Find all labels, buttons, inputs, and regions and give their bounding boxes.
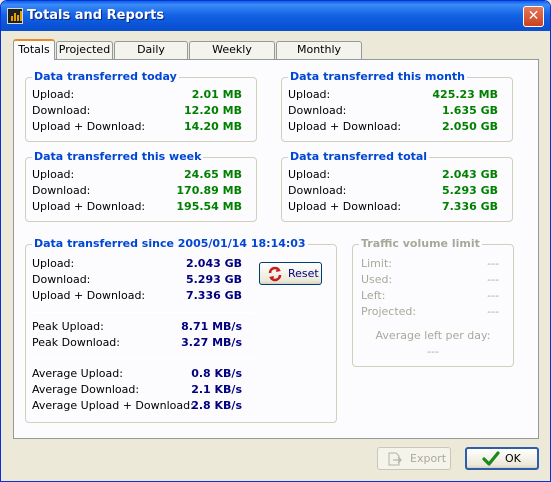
upload-label: Upload: xyxy=(32,257,75,270)
export-button[interactable]: Export xyxy=(377,447,451,470)
download-value: 5.293 GB xyxy=(441,184,498,197)
export-label: Export xyxy=(410,452,447,465)
total-value: 14.20 MB xyxy=(184,120,242,133)
total-label: Upload + Download: xyxy=(32,200,146,213)
upload-value: 2.043 GB xyxy=(441,168,498,181)
upload-value: 2.01 MB xyxy=(191,88,242,101)
upload-value: 425.23 MB xyxy=(432,88,498,101)
download-label: Download: xyxy=(32,104,91,117)
total-value: 2.050 GB xyxy=(441,120,498,133)
group-total: Data transferred total Upload: 2.043 GB … xyxy=(281,150,513,222)
download-value: 170.89 MB xyxy=(176,184,242,197)
refresh-icon xyxy=(268,266,282,282)
tab-label: Projected xyxy=(58,43,111,56)
download-label: Download: xyxy=(32,184,91,197)
group-title: Traffic volume limit xyxy=(359,237,482,250)
reset-button[interactable]: Reset xyxy=(259,262,322,285)
group-title: Data transferred this week xyxy=(32,150,204,163)
tab-weekly-reports[interactable]: Weekly Reports xyxy=(189,41,275,72)
tab-totals[interactable]: Totals xyxy=(13,39,55,60)
ok-button[interactable]: OK xyxy=(465,447,539,470)
upload-label: Upload: xyxy=(288,168,331,181)
download-value: 5.293 GB xyxy=(185,273,242,286)
total-value: 195.54 MB xyxy=(176,200,242,213)
limit-label: Limit: xyxy=(361,257,392,270)
group-month: Data transferred this month Upload: 425.… xyxy=(281,70,513,142)
app-icon xyxy=(7,8,23,24)
used-value: --- xyxy=(487,273,499,286)
checkmark-icon xyxy=(482,451,500,466)
tab-projected[interactable]: Projected xyxy=(56,41,113,59)
upload-value: 24.65 MB xyxy=(184,168,242,181)
average-left-label: Average left per day: xyxy=(375,329,491,342)
total-value: 7.336 GB xyxy=(441,200,498,213)
upload-label: Upload: xyxy=(32,88,75,101)
limit-value: --- xyxy=(487,257,499,270)
tab-label: Totals xyxy=(18,43,50,56)
group-title: Data transferred this month xyxy=(288,70,467,83)
peak-download-label: Peak Download: xyxy=(32,336,120,349)
download-label: Download: xyxy=(288,104,347,117)
window-title: Totals and Reports xyxy=(27,8,165,23)
average-left-value: --- xyxy=(427,345,439,358)
tab-daily-reports[interactable]: Daily Reports xyxy=(114,41,188,72)
close-button[interactable]: ✕ xyxy=(523,6,544,27)
total-label: Upload + Download: xyxy=(288,200,402,213)
group-title: Data transferred today xyxy=(32,70,179,83)
export-icon xyxy=(388,452,402,466)
upload-label: Upload: xyxy=(32,168,75,181)
download-label: Download: xyxy=(32,273,91,286)
title-bar[interactable]: Totals and Reports ✕ xyxy=(1,1,550,31)
average-upload-label: Average Upload: xyxy=(32,367,123,380)
used-label: Used: xyxy=(361,273,393,286)
left-label: Left: xyxy=(361,289,386,302)
projected-value: --- xyxy=(487,305,499,318)
divider xyxy=(32,312,254,313)
peak-download-value: 3.27 MB/s xyxy=(181,336,242,349)
upload-label: Upload: xyxy=(288,88,331,101)
download-label: Download: xyxy=(288,184,347,197)
group-since: Data transferred since 2005/01/14 18:14:… xyxy=(25,237,337,423)
reset-label: Reset xyxy=(288,267,319,280)
average-upload-value: 0.8 KB/s xyxy=(191,367,242,380)
total-label: Upload + Download: xyxy=(32,120,146,133)
download-value: 1.635 GB xyxy=(441,104,498,117)
group-week: Data transferred this week Upload: 24.65… xyxy=(25,150,257,222)
peak-upload-label: Peak Upload: xyxy=(32,320,104,333)
totals-panel: Data transferred today Upload: 2.01 MB D… xyxy=(13,59,539,439)
average-total-label: Average Upload + Download: xyxy=(32,399,194,412)
totals-reports-dialog: Totals and Reports ✕ Totals Projected Da… xyxy=(0,0,551,482)
group-title: Data transferred total xyxy=(288,150,430,163)
peak-upload-value: 8.71 MB/s xyxy=(181,320,242,333)
projected-label: Projected: xyxy=(361,305,417,318)
group-title: Data transferred since 2005/01/14 18:14:… xyxy=(32,237,308,250)
average-download-value: 2.1 KB/s xyxy=(191,383,242,396)
left-value: --- xyxy=(487,289,499,302)
upload-value: 2.043 GB xyxy=(185,257,242,270)
close-icon: ✕ xyxy=(527,8,540,24)
total-label: Upload + Download: xyxy=(288,120,402,133)
divider xyxy=(32,358,254,359)
total-value: 7.336 GB xyxy=(185,289,242,302)
group-traffic-limit: Traffic volume limit Limit: --- Used: --… xyxy=(352,237,514,367)
total-label: Upload + Download: xyxy=(32,289,146,302)
tab-monthly-reports[interactable]: Monthly Reports xyxy=(276,41,362,72)
group-today: Data transferred today Upload: 2.01 MB D… xyxy=(25,70,257,142)
download-value: 12.20 MB xyxy=(184,104,242,117)
average-download-label: Average Download: xyxy=(32,383,140,396)
ok-label: OK xyxy=(505,452,521,465)
average-total-value: 2.8 KB/s xyxy=(191,399,242,412)
